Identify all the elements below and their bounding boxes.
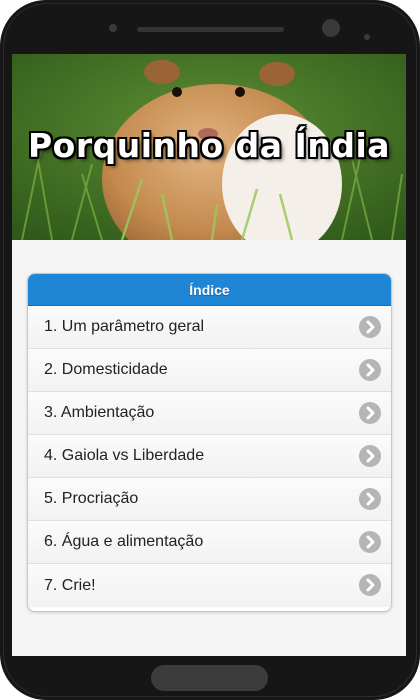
chevron-right-icon bbox=[359, 316, 381, 338]
index-panel: Índice 1. Um parâmetro geral 2. Domestici… bbox=[27, 273, 392, 612]
list-item-label: 3. Ambientação bbox=[44, 404, 155, 421]
list-item[interactable]: 1. Um parâmetro geral bbox=[28, 306, 391, 349]
chevron-right-icon bbox=[359, 445, 381, 467]
list-item-label: 1. Um parâmetro geral bbox=[44, 318, 205, 335]
list-item[interactable]: 5. Procriação bbox=[28, 478, 391, 521]
chevron-right-icon bbox=[359, 402, 381, 424]
app-screen: Porquinho da Índia Índice 1. Um parâmetr… bbox=[12, 54, 406, 656]
home-button[interactable] bbox=[151, 665, 268, 691]
list-item[interactable]: 4. Gaiola vs Liberdade bbox=[28, 435, 391, 478]
index-header: Índice bbox=[28, 274, 391, 306]
list-item-label: 6. Água e alimentação bbox=[44, 533, 204, 550]
list-item[interactable]: 3. Ambientação bbox=[28, 392, 391, 435]
front-camera-icon bbox=[322, 19, 340, 37]
list-item-label: 2. Domesticidade bbox=[44, 361, 168, 378]
proximity-sensor-icon bbox=[109, 24, 117, 32]
list-item-label: 4. Gaiola vs Liberdade bbox=[44, 447, 205, 464]
list-item[interactable]: 2. Domesticidade bbox=[28, 349, 391, 392]
chevron-right-icon bbox=[359, 359, 381, 381]
hero-title: Porquinho da Índia bbox=[27, 126, 391, 165]
index-list: 1. Um parâmetro geral 2. Domesticidade 3. … bbox=[28, 306, 391, 607]
chevron-right-icon bbox=[359, 488, 381, 510]
sensor-dot-icon bbox=[364, 34, 370, 40]
list-item[interactable]: 6. Água e alimentação bbox=[28, 521, 391, 564]
chevron-right-icon bbox=[359, 531, 381, 553]
list-item-label: 7. Crie! bbox=[44, 576, 96, 594]
hero-banner: Porquinho da Índia bbox=[12, 54, 406, 240]
speaker-grille bbox=[137, 27, 284, 32]
list-item-label: 5. Procriação bbox=[44, 490, 139, 507]
chevron-right-icon bbox=[359, 574, 381, 596]
phone-frame: Porquinho da Índia Índice 1. Um parâmetr… bbox=[0, 0, 420, 700]
list-item[interactable]: 7. Crie! bbox=[28, 564, 391, 607]
